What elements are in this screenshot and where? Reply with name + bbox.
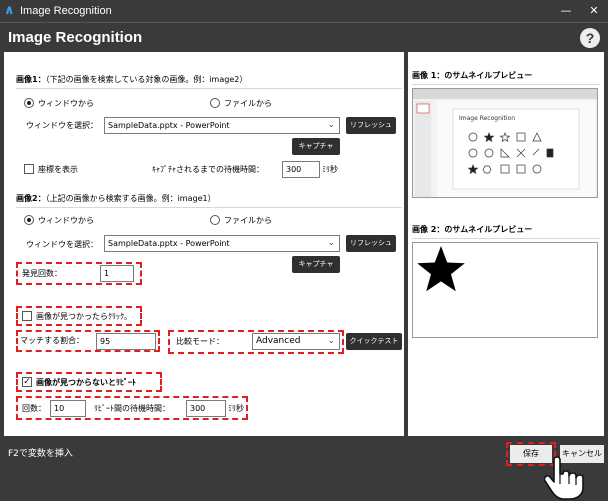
image1-capture-button[interactable]: キャプチャ xyxy=(292,138,340,155)
image2-select-window-label: ウィンドウを選択： xyxy=(26,240,98,249)
thumb2-preview xyxy=(412,242,598,338)
image1-radio-window[interactable] xyxy=(24,98,34,108)
help-icon[interactable]: ? xyxy=(580,28,600,48)
variable-hint: F2で変数を挿入 xyxy=(8,449,73,459)
dialog-header: Image Recognition ? xyxy=(0,22,608,52)
show-coords-label: 座標を表示 xyxy=(38,165,78,174)
thumb1-title: 画像 1：のサムネイルプレビュー xyxy=(412,71,533,80)
found-count-input[interactable]: 1 xyxy=(100,265,134,282)
match-rate-input[interactable]: 95 xyxy=(96,333,156,350)
match-rate-label: マッチする割合： xyxy=(20,336,84,345)
status-bar: F2で変数を挿入 保存 キャンセル xyxy=(0,436,608,501)
divider xyxy=(16,88,402,89)
divider xyxy=(16,207,402,208)
repeat-wait-input[interactable]: 300 xyxy=(186,400,226,417)
image2-radio-file[interactable] xyxy=(210,215,220,225)
frame-right xyxy=(604,52,608,436)
image1-radio-window-label: ウィンドウから xyxy=(38,99,94,108)
dialog-title: Image Recognition xyxy=(8,29,143,46)
minimize-button[interactable]: — xyxy=(552,2,580,20)
repeat-wait-unit: ﾐﾘ秒 xyxy=(228,404,244,413)
chevron-down-icon: ⌄ xyxy=(327,238,335,248)
click-if-found-label: 画像が見つかったらｸﾘｯｸ。 xyxy=(36,312,132,321)
thumb2-title: 画像 2：のサムネイルプレビュー xyxy=(412,225,533,234)
quick-test-button[interactable]: クイックテスト xyxy=(346,333,402,350)
star-icon xyxy=(417,246,465,292)
image1-note: （下記の画像を検索している対象の画像。例：image2） xyxy=(45,75,248,84)
found-count-label: 発見回数： xyxy=(22,269,62,278)
image2-window-select-value: SampleData.pptx - PowerPoint xyxy=(108,239,230,248)
image1-section: 画像1：（下記の画像を検索している対象の画像。例：image2） xyxy=(16,74,247,85)
window-title: Image Recognition xyxy=(20,5,112,17)
image1-window-select-value: SampleData.pptx - PowerPoint xyxy=(108,121,230,130)
thumb1-screenshot: Image Recognition xyxy=(413,89,597,197)
image1-select-window-label: ウィンドウを選択： xyxy=(26,121,98,130)
chevron-down-icon: ⌄ xyxy=(327,336,335,346)
divider xyxy=(412,84,600,85)
image2-note: （上記の画像から検索する画像。例：image1） xyxy=(45,194,216,203)
settings-pane: 画像1：（下記の画像を検索している対象の画像。例：image2） ウィンドウから… xyxy=(4,52,404,436)
compare-mode-label: 比較モード： xyxy=(176,337,224,346)
image2-window-select[interactable]: SampleData.pptx - PowerPoint ⌄ xyxy=(104,235,340,252)
image2-radio-window-label: ウィンドウから xyxy=(38,216,94,225)
repeat-if-not-found-label: 画像が見つからないとﾘﾋﾟｰﾄ xyxy=(36,378,136,387)
hand-cursor-icon xyxy=(543,456,584,500)
image1-heading: 画像1： xyxy=(16,75,46,84)
image1-refresh-button[interactable]: リフレッシュ xyxy=(346,117,396,134)
image1-radio-file[interactable] xyxy=(210,98,220,108)
image2-capture-button[interactable]: キャプチャ xyxy=(292,256,340,273)
repeat-count-input[interactable]: 10 xyxy=(50,400,86,417)
click-if-found-checkbox[interactable] xyxy=(22,311,32,321)
repeat-wait-label: ﾘﾋﾟｰﾄ間の待機時間： xyxy=(94,404,170,413)
thumb1-preview: Image Recognition xyxy=(412,88,598,198)
close-button[interactable]: ✕ xyxy=(580,2,608,20)
image2-refresh-button[interactable]: リフレッシュ xyxy=(346,235,396,252)
window-title-bar: ∧ Image Recognition — ✕ xyxy=(0,0,608,22)
preview-pane: 画像 1：のサムネイルプレビュー Image Recognition 画像 2：… xyxy=(408,52,604,436)
image2-heading: 画像2： xyxy=(16,194,46,203)
image2-radio-window[interactable] xyxy=(24,215,34,225)
image1-window-select[interactable]: SampleData.pptx - PowerPoint ⌄ xyxy=(104,117,340,134)
capture-wait-input[interactable]: 300 xyxy=(282,161,320,178)
image2-radio-file-label: ファイルから xyxy=(224,216,272,225)
repeat-if-not-found-checkbox[interactable]: ✓ xyxy=(22,377,32,387)
compare-mode-select[interactable]: Advanced ⌄ xyxy=(252,333,340,350)
capture-wait-label: ｷｬﾌﾟﾁｬされるまでの待機時間： xyxy=(152,165,264,174)
repeat-count-label: 回数： xyxy=(22,404,46,413)
compare-mode-value: Advanced xyxy=(256,336,301,346)
capture-wait-unit: ﾐﾘ秒 xyxy=(322,165,338,174)
image2-section: 画像2：（上記の画像から検索する画像。例：image1） xyxy=(16,193,216,204)
chevron-down-icon: ⌄ xyxy=(327,120,335,130)
show-coords-checkbox[interactable] xyxy=(24,164,34,174)
app-logo-icon: ∧ xyxy=(4,3,15,18)
thumb1-slide-title: Image Recognition xyxy=(459,115,515,122)
image1-radio-file-label: ファイルから xyxy=(224,99,272,108)
divider xyxy=(412,238,600,239)
